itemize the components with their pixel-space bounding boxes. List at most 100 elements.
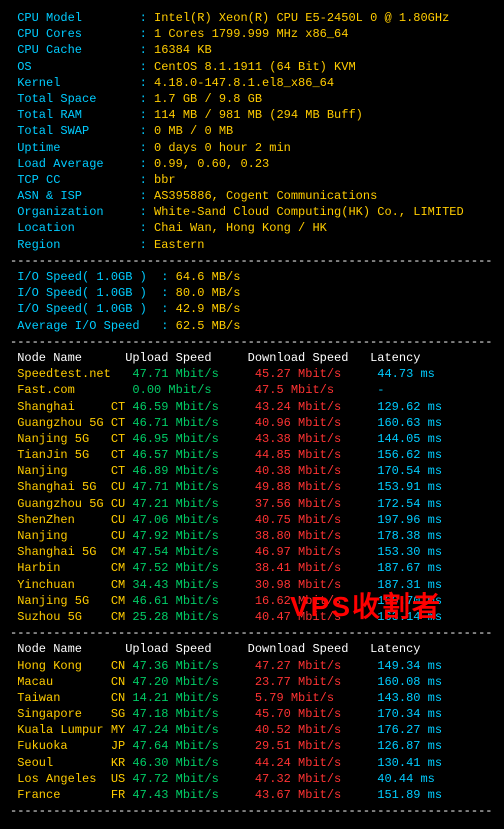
latency: 187.31 ms — [377, 578, 442, 592]
io-value: 80.0 MB/s — [176, 286, 241, 300]
download-speed: 16.62 Mbit/s — [255, 594, 377, 608]
sysinfo-row: OS : CentOS 8.1.1911 (64 Bit) KVM — [10, 59, 494, 75]
sys-label: CPU Cache — [10, 43, 140, 57]
speed-row: Guangzhou 5G CU 47.21 Mbit/s 37.56 Mbit/… — [10, 496, 494, 512]
latency: 169.70 ms — [377, 594, 442, 608]
speed-row: ShenZhen CU 47.06 Mbit/s 40.75 Mbit/s 19… — [10, 512, 494, 528]
upload-speed: 34.43 Mbit/s — [132, 578, 254, 592]
speed-row: Yinchuan CM 34.43 Mbit/s 30.98 Mbit/s 18… — [10, 577, 494, 593]
sysinfo-row: Location : Chai Wan, Hong Kong / HK — [10, 220, 494, 236]
speed-row: Fast.com 0.00 Mbit/s 47.5 Mbit/s - — [10, 382, 494, 398]
upload-speed: 47.71 Mbit/s — [132, 480, 254, 494]
latency: 197.96 ms — [377, 513, 442, 527]
sys-value: White-Sand Cloud Computing(HK) Co., LIMI… — [154, 205, 464, 219]
latency: 153.30 ms — [377, 545, 442, 559]
latency: 160.63 ms — [377, 416, 442, 430]
node-name: Nanjing 5G CM — [10, 594, 132, 608]
sysinfo-row: CPU Cores : 1 Cores 1799.999 MHz x86_64 — [10, 26, 494, 42]
latency: 129.62 ms — [377, 400, 442, 414]
node-name: Los Angeles US — [10, 772, 132, 786]
speed-row: Harbin CM 47.52 Mbit/s 38.41 Mbit/s 187.… — [10, 560, 494, 576]
speed-row: Los Angeles US 47.72 Mbit/s 47.32 Mbit/s… — [10, 771, 494, 787]
hdr-down: Download Speed — [248, 642, 370, 656]
sysinfo-row: Total RAM : 114 MB / 981 MB (294 MB Buff… — [10, 107, 494, 123]
latency: 149.34 ms — [377, 659, 442, 673]
download-speed: 43.67 Mbit/s — [255, 788, 377, 802]
upload-speed: 47.52 Mbit/s — [132, 561, 254, 575]
latency: 143.80 ms — [377, 691, 442, 705]
speed-row: Fukuoka JP 47.64 Mbit/s 29.51 Mbit/s 126… — [10, 738, 494, 754]
download-speed: 45.27 Mbit/s — [255, 367, 377, 381]
sysinfo-row: CPU Model : Intel(R) Xeon(R) CPU E5-2450… — [10, 10, 494, 26]
upload-speed: 47.21 Mbit/s — [132, 497, 254, 511]
node-name: Shanghai 5G CM — [10, 545, 132, 559]
sys-label: Kernel — [10, 76, 140, 90]
hdr-node: Node Name — [10, 642, 125, 656]
download-speed: 43.38 Mbit/s — [255, 432, 377, 446]
download-speed: 47.27 Mbit/s — [255, 659, 377, 673]
io-row: I/O Speed( 1.0GB ) : 42.9 MB/s — [10, 301, 494, 317]
upload-speed: 46.57 Mbit/s — [132, 448, 254, 462]
download-speed: 38.80 Mbit/s — [255, 529, 377, 543]
upload-speed: 47.54 Mbit/s — [132, 545, 254, 559]
sys-value: 16384 KB — [154, 43, 212, 57]
speed-row: Singapore SG 47.18 Mbit/s 45.70 Mbit/s 1… — [10, 706, 494, 722]
upload-speed: 47.36 Mbit/s — [132, 659, 254, 673]
hdr-lat: Latency — [370, 642, 420, 656]
sys-value: 1.7 GB / 9.8 GB — [154, 92, 262, 106]
hdr-node: Node Name — [10, 351, 125, 365]
table-header: Node Name Upload Speed Download Speed La… — [10, 641, 494, 657]
speed-row: Nanjing 5G CT 46.95 Mbit/s 43.38 Mbit/s … — [10, 431, 494, 447]
hdr-down: Download Speed — [248, 351, 370, 365]
hdr-up: Upload Speed — [125, 642, 247, 656]
upload-speed: 25.28 Mbit/s — [132, 610, 254, 624]
download-speed: 47.32 Mbit/s — [255, 772, 377, 786]
speed-row: Kuala Lumpur MY 47.24 Mbit/s 40.52 Mbit/… — [10, 722, 494, 738]
upload-speed: 46.89 Mbit/s — [132, 464, 254, 478]
latency: 153.91 ms — [377, 480, 442, 494]
speed-row: Speedtest.net 47.71 Mbit/s 45.27 Mbit/s … — [10, 366, 494, 382]
sysinfo-row: Kernel : 4.18.0-147.8.1.el8_x86_64 — [10, 75, 494, 91]
upload-speed: 47.06 Mbit/s — [132, 513, 254, 527]
sys-label: Uptime — [10, 141, 140, 155]
latency: 126.87 ms — [377, 739, 442, 753]
upload-speed: 47.92 Mbit/s — [132, 529, 254, 543]
sys-label: OS — [10, 60, 140, 74]
sys-label: TCP CC — [10, 173, 140, 187]
speed-row: TianJin 5G CT 46.57 Mbit/s 44.85 Mbit/s … — [10, 447, 494, 463]
sysinfo-row: Region : Eastern — [10, 237, 494, 253]
node-name: Shanghai 5G CU — [10, 480, 132, 494]
download-speed: 30.98 Mbit/s — [255, 578, 377, 592]
sys-value: 0 days 0 hour 2 min — [154, 141, 291, 155]
upload-speed: 47.72 Mbit/s — [132, 772, 254, 786]
download-speed: 40.52 Mbit/s — [255, 723, 377, 737]
node-name: Fukuoka JP — [10, 739, 132, 753]
sys-value: 4.18.0-147.8.1.el8_x86_64 — [154, 76, 334, 90]
node-name: Hong Kong CN — [10, 659, 132, 673]
download-speed: 47.5 Mbit/s — [255, 383, 377, 397]
download-speed: 43.24 Mbit/s — [255, 400, 377, 414]
upload-speed: 46.71 Mbit/s — [132, 416, 254, 430]
sys-value: 1 Cores 1799.999 MHz x86_64 — [154, 27, 348, 41]
node-name: Harbin CM — [10, 561, 132, 575]
speed-row: Nanjing CT 46.89 Mbit/s 40.38 Mbit/s 170… — [10, 463, 494, 479]
node-name: Singapore SG — [10, 707, 132, 721]
io-label: I/O Speed( 1.0GB ) — [10, 286, 161, 300]
latency: 156.62 ms — [377, 448, 442, 462]
hdr-up: Upload Speed — [125, 351, 247, 365]
download-speed: 44.85 Mbit/s — [255, 448, 377, 462]
speed-row: Shanghai 5G CU 47.71 Mbit/s 49.88 Mbit/s… — [10, 479, 494, 495]
io-value: 64.6 MB/s — [176, 270, 241, 284]
node-name: Yinchuan CM — [10, 578, 132, 592]
sys-label: Organization — [10, 205, 140, 219]
node-name: Guangzhou 5G CU — [10, 497, 132, 511]
sysinfo-row: Total Space : 1.7 GB / 9.8 GB — [10, 91, 494, 107]
io-label: I/O Speed( 1.0GB ) — [10, 302, 161, 316]
latency: 176.27 ms — [377, 723, 442, 737]
latency: 160.08 ms — [377, 675, 442, 689]
sys-value: Intel(R) Xeon(R) CPU E5-2450L 0 @ 1.80GH… — [154, 11, 449, 25]
node-name: Guangzhou 5G CT — [10, 416, 132, 430]
download-speed: 37.56 Mbit/s — [255, 497, 377, 511]
download-speed: 49.88 Mbit/s — [255, 480, 377, 494]
speed-row: Shanghai 5G CM 47.54 Mbit/s 46.97 Mbit/s… — [10, 544, 494, 560]
